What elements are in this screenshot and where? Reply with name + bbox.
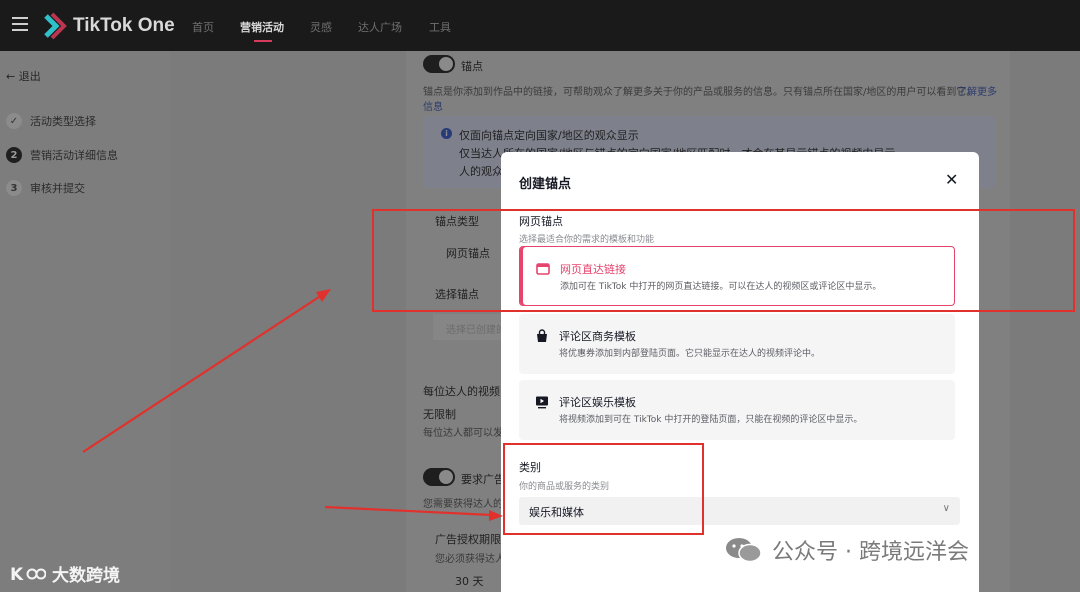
brand-name: TikTok One [73,15,175,36]
step-number: 2 [6,147,22,163]
option-title: 评论区娱乐模板 [559,396,636,409]
modal-title: 创建锚点 [519,177,572,192]
anchor-toggle[interactable] [423,55,455,73]
step-label: 活动类型选择 [30,115,96,128]
learn-more-link[interactable]: 了解更多 [957,83,997,98]
step-item-3[interactable]: 3 审核并提交 [6,180,85,196]
dashu-logo-icon: K [10,565,46,585]
step-label: 营销活动详细信息 [30,149,118,162]
active-nav-underline [254,40,272,42]
svg-text:K: K [10,565,24,585]
option-comment-commerce-template[interactable]: 评论区商务模板 将优惠券添加到内部登陆页面。它只能显示在达人的视频评论中。 [519,314,955,374]
ad-auth-period-label: 广告授权期限 [435,533,501,546]
nav-item-home[interactable]: 首页 [192,19,214,35]
per-creator-video-label: 每位达人的视频 [423,385,500,398]
anchor-toggle-label: 锚点 [461,60,483,73]
watermark-right-text: 公众号 · 跨境远洋会 [772,540,969,565]
auth-30-days-option[interactable]: 30 天 [455,573,484,589]
step-label: 审核并提交 [30,182,85,195]
tiktok-logo-icon [44,12,67,40]
annotation-box-category [503,443,704,535]
option-title: 评论区商务模板 [559,330,636,343]
choose-anchor-placeholder: 选择已创建的 [446,325,506,336]
nav-item-creator-marketplace[interactable]: 达人广场 [358,19,402,35]
video-play-icon [536,396,548,409]
nav-item-tools[interactable]: 工具 [429,19,451,35]
info-title: 仅面向锚点定向国家/地区的观众显示 [459,129,639,142]
watermark-left-text: 大数跨境 [52,566,120,586]
step-number: 3 [6,180,22,196]
top-nav-bar: TikTok One 首页 营销活动 灵感 达人广场 工具 [0,0,1080,51]
step-item-2[interactable]: 2 营销活动详细信息 [6,147,118,163]
option-description: 将优惠券添加到内部登陆页面。它只能显示在达人的视频评论中。 [559,349,821,359]
step-check-icon: ✓ [6,113,22,129]
learn-more-link-cont[interactable]: 信息 [423,98,443,113]
nav-item-campaigns[interactable]: 营销活动 [240,19,284,35]
chevron-down-icon: ∨ [942,503,950,514]
sidebar [0,51,170,592]
unlimited-option[interactable]: 无限制 [423,406,456,422]
option-comment-entertainment-template[interactable]: 评论区娱乐模板 将视频添加到可在 TikTok 中打开的登陆页面，只能在视频的评… [519,380,955,440]
option-description: 将视频添加到可在 TikTok 中打开的登陆页面，只能在视频的评论区中显示。 [559,415,863,425]
require-ad-label: 要求广告 [461,473,505,486]
wechat-icon [726,538,762,563]
watermark-left: K 大数跨境 [10,561,120,587]
require-ad-description: 您需要获得达人的 [423,499,503,510]
shopping-bag-icon [537,329,547,342]
step-item-1[interactable]: ✓ 活动类型选择 [6,113,96,129]
close-icon[interactable]: ✕ [945,170,958,189]
watermark-right: 公众号 · 跨境远洋会 [724,534,969,566]
info-icon: i [441,128,452,139]
unlimited-description: 每位达人都可以发 [423,428,503,439]
nav-item-inspiration[interactable]: 灵感 [310,19,332,35]
back-label: 退出 [18,70,41,83]
back-button[interactable]: ← 退出 [6,68,41,84]
require-ad-toggle[interactable] [423,468,455,486]
annotation-box-anchor-type [372,209,1075,312]
info-text-line: 人的观众 [459,165,503,178]
anchor-description: 锚点是你添加到作品中的链接，可帮助观众了解更多关于你的产品或服务的信息。只有锚点… [423,87,977,98]
ad-auth-description: 您必须获得达人 [435,554,505,565]
menu-icon[interactable] [12,17,28,31]
